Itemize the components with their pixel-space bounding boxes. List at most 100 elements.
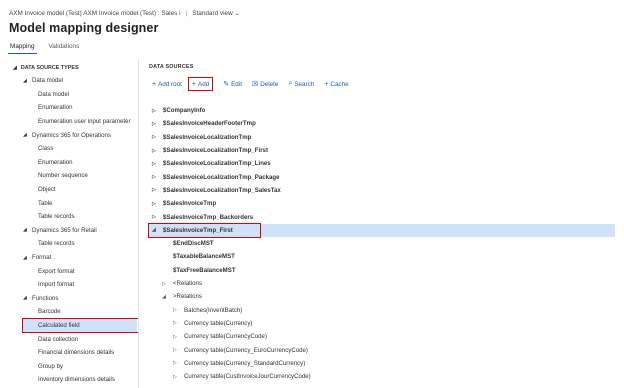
data-source-item[interactable]: ▷ $SalesInvoiceLocalizationTmp_Package: [152, 171, 280, 184]
collapsed-arrow-icon[interactable]: ▷: [152, 108, 163, 114]
data-source-type-item[interactable]: Enumeration user input parameter: [23, 115, 137, 129]
collapsed-arrow-icon[interactable]: ▷: [162, 281, 173, 287]
data-source-type-label: Financial dimensions details: [38, 349, 115, 357]
view-selector[interactable]: Standard view ⌄: [192, 10, 240, 17]
data-source-type-item[interactable]: Table records: [23, 237, 137, 251]
data-source-item[interactable]: ▷ $CompanyInfo: [152, 104, 205, 117]
expanded-arrow-icon[interactable]: ◢: [23, 227, 32, 233]
data-source-type-item[interactable]: Table: [23, 196, 137, 210]
data-source-item[interactable]: ◢ >Relations: [162, 290, 202, 303]
data-source-type-item[interactable]: Enumeration: [23, 101, 137, 115]
expanded-arrow-icon[interactable]: ◢: [23, 255, 32, 261]
data-source-type-label: Functions: [32, 294, 59, 302]
breadcrumb: AXM Invoice model (Test) AXM Invoice mod…: [9, 7, 240, 19]
data-source-type-item[interactable]: Export format: [23, 264, 137, 278]
expanded-arrow-icon[interactable]: ◢: [23, 132, 32, 138]
data-source-item[interactable]: $TaxableBalanceMST: [162, 250, 235, 263]
collapsed-arrow-icon[interactable]: ▷: [173, 360, 184, 366]
data-source-item[interactable]: ▷ Currency table(Currency_StandardCurrenc…: [173, 357, 305, 370]
data-source-item[interactable]: ◢ $SalesInvoiceTmp_First: [149, 223, 615, 237]
data-source-type-label: Dynamics 365 for Operations: [32, 131, 111, 139]
collapsed-arrow-icon[interactable]: ▷: [152, 121, 163, 127]
data-source-type-label: Class: [38, 145, 54, 153]
data-source-type-item[interactable]: Data model: [23, 88, 137, 102]
data-source-type-item[interactable]: Calculated field: [23, 318, 137, 333]
tab-validations[interactable]: Validations: [47, 42, 82, 54]
data-source-label: Currency table(Currency_StandardCurrency…: [184, 359, 306, 367]
data-source-item[interactable]: ▷ Currency table(CurrencyCode): [173, 330, 267, 343]
data-source-type-label: Object: [38, 186, 56, 194]
data-source-label: Currency table(CustInvoiceJourCurrencyCo…: [184, 373, 311, 381]
pencil-icon: ✎: [223, 81, 230, 88]
search-button[interactable]: ⌕ Search: [288, 77, 314, 91]
collapsed-arrow-icon[interactable]: ▷: [173, 334, 184, 340]
collapsed-arrow-icon[interactable]: ▷: [152, 148, 163, 154]
data-source-item[interactable]: ▷ $SalesInvoiceHeaderFooterTmp: [152, 117, 256, 130]
data-source-type-label: Enumeration: [38, 104, 73, 112]
data-source-type-item[interactable]: Group by: [23, 360, 137, 374]
data-source-item[interactable]: ▷ $SalesInvoiceLocalizationTmp: [152, 131, 251, 144]
expanded-arrow-icon[interactable]: ◢: [23, 295, 32, 301]
add-root-button[interactable]: + Add root: [152, 77, 182, 91]
data-source-type-item[interactable]: ◢ Dynamics 365 for Retail: [23, 224, 97, 238]
data-source-item[interactable]: ▷ $SalesInvoiceLocalizationTmp_SalesTax: [152, 184, 281, 197]
data-source-item[interactable]: ▷ Currency table(CustInvoiceJourCurrencyC…: [173, 370, 311, 383]
data-source-type-label: Calculated field: [38, 322, 80, 330]
data-source-type-item[interactable]: Financial dimensions details: [23, 346, 137, 360]
expanded-arrow-icon[interactable]: ◢: [152, 227, 163, 233]
add-button[interactable]: + Add: [187, 77, 214, 91]
data-source-type-item[interactable]: Class: [23, 142, 137, 156]
data-source-type-item[interactable]: Enumeration: [23, 156, 137, 170]
toolbar-button-label: Search: [294, 80, 315, 88]
tab-mapping[interactable]: Mapping: [8, 42, 37, 54]
data-source-type-label: Export format: [38, 267, 75, 275]
data-source-item[interactable]: ▷ Batches(InventBatch): [173, 304, 242, 317]
collapsed-arrow-icon[interactable]: ▷: [173, 347, 184, 353]
edit-button[interactable]: ✎ Edit: [223, 77, 242, 91]
data-source-item[interactable]: ▷ $SalesInvoiceTmp_Backorders: [152, 210, 253, 223]
toolbar-button-label: Edit: [231, 80, 242, 88]
expanded-arrow-icon: ◢: [13, 65, 17, 71]
data-source-item[interactable]: ▷ $SalesInvoiceLocalizationTmp_First: [152, 144, 268, 157]
data-source-type-item[interactable]: Import format: [23, 278, 137, 292]
data-source-type-item[interactable]: ◢ Functions: [23, 292, 58, 306]
expanded-arrow-icon[interactable]: ◢: [23, 78, 32, 84]
data-sources-toolbar: + Add root + Add ✎ Edit ☒ Delete ⌕ Search + Cache: [152, 77, 359, 91]
data-source-type-item[interactable]: Barcode: [23, 305, 137, 319]
data-source-type-item[interactable]: Data collection: [23, 332, 137, 346]
collapsed-arrow-icon[interactable]: ▷: [173, 307, 184, 313]
collapsed-arrow-icon[interactable]: ▷: [152, 187, 163, 193]
data-source-type-item[interactable]: Inventory dimensions details: [23, 373, 137, 387]
data-source-type-item[interactable]: Object: [23, 183, 137, 197]
collapsed-arrow-icon[interactable]: ▷: [152, 174, 163, 180]
breadcrumb-path[interactable]: AXM Invoice model (Test) AXM Invoice mod…: [9, 10, 181, 17]
data-source-label: Currency table(Currency): [184, 319, 253, 327]
data-source-item[interactable]: ▷ Currency table(Currency_EuroCurrencyCod…: [173, 343, 308, 356]
collapsed-arrow-icon[interactable]: ▷: [173, 374, 184, 380]
data-source-type-item[interactable]: ◢ Dynamics 365 for Operations: [23, 128, 111, 142]
collapsed-arrow-icon[interactable]: ▷: [152, 214, 163, 220]
data-source-item[interactable]: ▷ <Relations: [162, 277, 202, 290]
data-sources-heading: DATA SOURCES: [149, 64, 194, 70]
collapsed-arrow-icon[interactable]: ▷: [152, 161, 163, 167]
cache-button[interactable]: + Cache: [324, 77, 348, 91]
data-source-type-label: Data model: [38, 90, 70, 98]
data-source-item[interactable]: ▷ Currency table(Currency): [173, 317, 252, 330]
expanded-arrow-icon[interactable]: ◢: [162, 294, 173, 300]
data-source-type-item[interactable]: ◢ Format: [23, 251, 51, 265]
data-source-label: $TaxableBalanceMST: [173, 253, 235, 261]
data-source-item[interactable]: $EndDiscMST: [162, 237, 214, 250]
data-source-type-item[interactable]: Table records: [23, 210, 137, 224]
data-source-types-header[interactable]: ◢ DATA SOURCE TYPES: [13, 65, 79, 71]
data-source-label: <Relations: [173, 280, 202, 288]
collapsed-arrow-icon[interactable]: ▷: [152, 201, 163, 207]
delete-button[interactable]: ☒ Delete: [252, 77, 278, 91]
data-source-item[interactable]: ▷ $SalesInvoiceTmp: [152, 197, 216, 210]
collapsed-arrow-icon[interactable]: ▷: [152, 134, 163, 140]
data-source-type-item[interactable]: ◢ Data model: [23, 74, 63, 88]
data-source-item[interactable]: ▷ $SalesInvoiceLocalizationTmp_Lines: [152, 157, 271, 170]
data-source-label: $TaxFreeBalanceMST: [173, 266, 236, 274]
collapsed-arrow-icon[interactable]: ▷: [173, 320, 184, 326]
data-source-item[interactable]: $TaxFreeBalanceMST: [162, 264, 236, 277]
data-source-type-item[interactable]: Number sequence: [23, 169, 137, 183]
